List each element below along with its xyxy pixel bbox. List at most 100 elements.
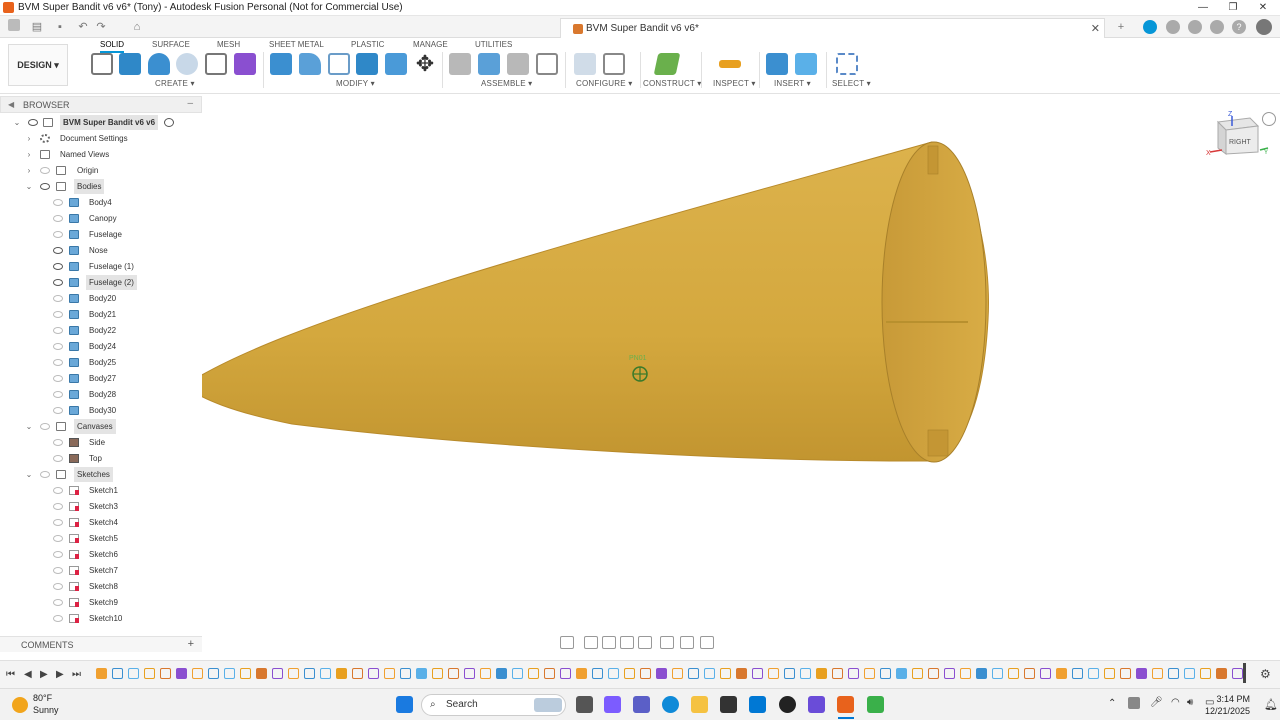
timeline-feature-icon[interactable] bbox=[1168, 668, 1179, 679]
timeline-feature-icon[interactable] bbox=[256, 668, 267, 679]
home-view-icon[interactable] bbox=[1262, 112, 1276, 126]
fillet-icon[interactable] bbox=[299, 53, 321, 75]
timeline-feature-icon[interactable] bbox=[752, 668, 763, 679]
maximize-icon[interactable]: ❐ bbox=[1216, 0, 1250, 15]
undo-icon[interactable]: ↶ bbox=[76, 20, 90, 34]
timeline-feature-icon[interactable] bbox=[800, 668, 811, 679]
tab-sheet-metal[interactable]: SHEET METAL bbox=[269, 40, 324, 49]
timeline-feature-icon[interactable] bbox=[1120, 668, 1131, 679]
timeline-feature-icon[interactable] bbox=[992, 668, 1003, 679]
xbox-icon[interactable] bbox=[867, 696, 884, 713]
timeline-feature-icon[interactable] bbox=[176, 668, 187, 679]
tree-item-top[interactable]: Top bbox=[0, 451, 202, 466]
activate-icon[interactable] bbox=[164, 118, 174, 127]
timeline-feature-icon[interactable] bbox=[880, 668, 891, 679]
timeline-feature-icon[interactable] bbox=[592, 668, 603, 679]
eye-icon[interactable] bbox=[40, 423, 50, 430]
tree-item-side[interactable]: Side bbox=[0, 435, 202, 450]
minimize-icon[interactable]: — bbox=[1186, 0, 1220, 15]
timeline-feature-icon[interactable] bbox=[352, 668, 363, 679]
volume-icon[interactable]: 🔊︎ bbox=[1187, 697, 1193, 708]
chevron-down-icon[interactable]: ⌄ bbox=[24, 467, 34, 482]
timeline-feature-icon[interactable] bbox=[656, 668, 667, 679]
group-assemble[interactable]: ASSEMBLE ▾ bbox=[481, 79, 532, 88]
timeline-feature-icon[interactable] bbox=[848, 668, 859, 679]
step-forward-icon[interactable]: ▶ bbox=[56, 669, 64, 680]
tree-item-sketch8[interactable]: Sketch8 bbox=[0, 579, 202, 594]
tree-item-document-settings[interactable]: › Document Settings bbox=[0, 131, 202, 146]
tree-item-sketch9[interactable]: Sketch9 bbox=[0, 595, 202, 610]
tree-item-canopy[interactable]: Canopy bbox=[0, 211, 202, 226]
revolve-icon[interactable] bbox=[148, 53, 170, 75]
chevron-down-icon[interactable]: ⌄ bbox=[24, 419, 34, 434]
eye-icon[interactable] bbox=[53, 391, 63, 398]
avatar[interactable] bbox=[1256, 19, 1272, 35]
timeline-feature-icon[interactable] bbox=[432, 668, 443, 679]
browser-header[interactable]: ◀ BROWSER – bbox=[0, 96, 202, 113]
configure-table-icon[interactable] bbox=[574, 53, 596, 75]
job-status-icon[interactable] bbox=[1166, 20, 1180, 34]
timeline-feature-icon[interactable] bbox=[320, 668, 331, 679]
tree-item-body20[interactable]: Body20 bbox=[0, 291, 202, 306]
eye-icon[interactable] bbox=[53, 231, 63, 238]
help-icon[interactable]: ? bbox=[1232, 20, 1246, 34]
notifications-icon[interactable] bbox=[1210, 20, 1224, 34]
tab-surface[interactable]: SURFACE bbox=[152, 40, 190, 49]
eye-icon[interactable] bbox=[53, 455, 63, 462]
dell-icon[interactable] bbox=[779, 696, 796, 713]
timeline-feature-icon[interactable] bbox=[384, 668, 395, 679]
eye-icon[interactable] bbox=[53, 615, 63, 622]
zoom-icon[interactable] bbox=[620, 636, 634, 649]
eye-icon[interactable] bbox=[53, 519, 63, 526]
group-configure[interactable]: CONFIGURE ▾ bbox=[576, 79, 632, 88]
timeline-feature-icon[interactable] bbox=[112, 668, 123, 679]
timeline-feature-icon[interactable] bbox=[1024, 668, 1035, 679]
timeline-feature-icon[interactable] bbox=[768, 668, 779, 679]
tree-item-sketch6[interactable]: Sketch6 bbox=[0, 547, 202, 562]
measure-icon[interactable] bbox=[719, 60, 741, 68]
joint-icon[interactable] bbox=[478, 53, 500, 75]
task-view-icon[interactable] bbox=[576, 696, 593, 713]
timeline-feature-icon[interactable] bbox=[976, 668, 987, 679]
save-icon[interactable]: ▪ bbox=[53, 20, 67, 34]
chevron-right-icon[interactable]: › bbox=[24, 131, 34, 146]
tree-item-body24[interactable]: Body24 bbox=[0, 339, 202, 354]
eye-icon[interactable] bbox=[28, 119, 38, 126]
3d-viewport[interactable]: PN01 bbox=[202, 94, 1280, 654]
timeline-feature-icon[interactable] bbox=[128, 668, 139, 679]
timeline-feature-icon[interactable] bbox=[576, 668, 587, 679]
document-tab[interactable]: BVM Super Bandit v6 v6* ✕ bbox=[560, 18, 1105, 38]
grid-settings-icon[interactable] bbox=[680, 636, 694, 649]
eye-icon[interactable] bbox=[53, 583, 63, 590]
teams-icon[interactable] bbox=[633, 696, 650, 713]
outlook-icon[interactable] bbox=[749, 696, 766, 713]
store-icon[interactable] bbox=[720, 696, 737, 713]
tree-item-body30[interactable]: Body30 bbox=[0, 403, 202, 418]
chevron-right-icon[interactable]: › bbox=[24, 163, 34, 178]
eye-icon[interactable] bbox=[53, 343, 63, 350]
create-sketch-icon[interactable] bbox=[91, 53, 113, 75]
pan-icon[interactable] bbox=[602, 636, 616, 649]
workspace-switcher[interactable]: DESIGN ▾ bbox=[8, 44, 68, 86]
comments-panel[interactable]: COMMENTS + bbox=[0, 636, 202, 652]
tab-utilities[interactable]: UTILITIES bbox=[475, 40, 512, 49]
press-pull-icon[interactable] bbox=[270, 53, 292, 75]
close-icon[interactable]: ✕ bbox=[1246, 0, 1280, 15]
move-icon[interactable]: ✥ bbox=[414, 53, 436, 75]
group-construct[interactable]: CONSTRUCT ▾ bbox=[643, 79, 702, 88]
eye-icon[interactable] bbox=[53, 359, 63, 366]
tree-item-sketch5[interactable]: Sketch5 bbox=[0, 531, 202, 546]
timeline-feature-icon[interactable] bbox=[1152, 668, 1163, 679]
timeline-feature-icon[interactable] bbox=[528, 668, 539, 679]
timeline-feature-icon[interactable] bbox=[1136, 668, 1147, 679]
timeline-feature-icon[interactable] bbox=[480, 668, 491, 679]
group-insert[interactable]: INSERT ▾ bbox=[774, 79, 811, 88]
eye-icon[interactable] bbox=[53, 567, 63, 574]
tree-item-sketch3[interactable]: Sketch3 bbox=[0, 499, 202, 514]
display-settings-icon[interactable] bbox=[660, 636, 674, 649]
eye-icon[interactable] bbox=[53, 199, 63, 206]
onedrive-icon[interactable] bbox=[1128, 697, 1140, 709]
timeline-feature-icon[interactable] bbox=[400, 668, 411, 679]
search-box[interactable]: ⌕ Search bbox=[421, 694, 566, 716]
tree-item-body21[interactable]: Body21 bbox=[0, 307, 202, 322]
